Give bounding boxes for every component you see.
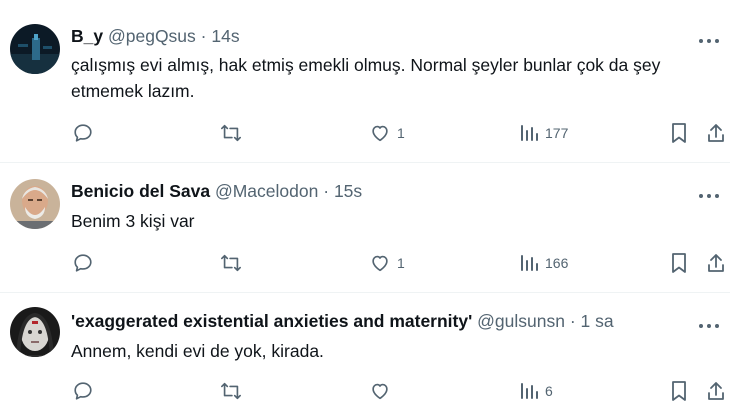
views-icon [519, 253, 539, 273]
tweet-text: çalışmış evi almış, hak etmiş emekli olm… [71, 55, 661, 101]
bookmark-icon [669, 122, 689, 144]
timestamp[interactable]: 1 sa [581, 311, 614, 331]
share-button[interactable] [706, 378, 726, 404]
like-count: 1 [397, 255, 405, 271]
reply-icon [72, 380, 94, 402]
separator-dot: · [569, 311, 576, 331]
more-icon[interactable] [698, 187, 720, 198]
action-bar: 6 [0, 378, 730, 404]
timestamp[interactable]: 14s [211, 26, 239, 46]
author-name[interactable]: B_y [71, 26, 103, 46]
timestamp[interactable]: 15s [334, 181, 362, 201]
author-name[interactable]: Benicio del Sava [71, 181, 210, 201]
share-icon [706, 380, 726, 402]
views-button[interactable]: 166 [519, 250, 568, 276]
reply-button[interactable] [72, 250, 94, 276]
share-icon [706, 252, 726, 274]
like-button[interactable]: 1 [369, 250, 405, 276]
views-count: 6 [545, 383, 553, 399]
author-name[interactable]: 'exaggerated existential anxieties and m… [71, 311, 472, 331]
retweet-icon [219, 380, 243, 402]
avatar[interactable] [10, 307, 60, 357]
bookmark-button[interactable] [669, 378, 689, 404]
views-button[interactable]: 6 [519, 378, 553, 404]
author-handle[interactable]: @Macelodon [215, 181, 318, 201]
more-icon[interactable] [698, 32, 720, 43]
like-button[interactable] [369, 378, 397, 404]
tweet[interactable]: B_y @pegQsus · 14s çalışmış evi almış, h… [0, 0, 730, 162]
action-bar: 1 177 [0, 120, 730, 146]
separator-dot: · [200, 26, 207, 46]
like-button[interactable]: 1 [369, 120, 405, 146]
avatar[interactable] [10, 179, 60, 229]
like-count: 1 [397, 125, 405, 141]
author-handle[interactable]: @pegQsus [108, 26, 196, 46]
retweet-button[interactable] [219, 378, 243, 404]
views-button[interactable]: 177 [519, 120, 568, 146]
views-count: 177 [545, 125, 569, 141]
tweet-text: Benim 3 kişi var [71, 211, 195, 231]
reply-button[interactable] [72, 120, 94, 146]
action-bar: 1 166 [0, 250, 730, 276]
share-button[interactable] [706, 250, 726, 276]
heart-icon [369, 380, 391, 402]
author-handle[interactable]: @gulsunsn [477, 311, 565, 331]
retweet-icon [219, 252, 243, 274]
tweet[interactable]: Benicio del Sava @Macelodon · 15s Benim … [0, 163, 730, 292]
bookmark-button[interactable] [669, 250, 689, 276]
retweet-icon [219, 122, 243, 144]
separator-dot: · [323, 181, 330, 201]
views-count: 166 [545, 255, 569, 271]
share-button[interactable] [706, 120, 726, 146]
tweet-text: Annem, kendi evi de yok, kirada. [71, 341, 324, 361]
retweet-button[interactable] [219, 120, 243, 146]
more-icon[interactable] [698, 317, 720, 328]
reply-icon [72, 122, 94, 144]
bookmark-icon [669, 252, 689, 274]
reply-icon [72, 252, 94, 274]
bookmark-icon [669, 380, 689, 402]
heart-icon [369, 122, 391, 144]
views-icon [519, 381, 539, 401]
tweet[interactable]: 'exaggerated existential anxieties and m… [0, 293, 730, 420]
bookmark-button[interactable] [669, 120, 689, 146]
avatar[interactable] [10, 24, 60, 74]
share-icon [706, 122, 726, 144]
retweet-button[interactable] [219, 250, 243, 276]
reply-button[interactable] [72, 378, 94, 404]
heart-icon [369, 252, 391, 274]
views-icon [519, 123, 539, 143]
